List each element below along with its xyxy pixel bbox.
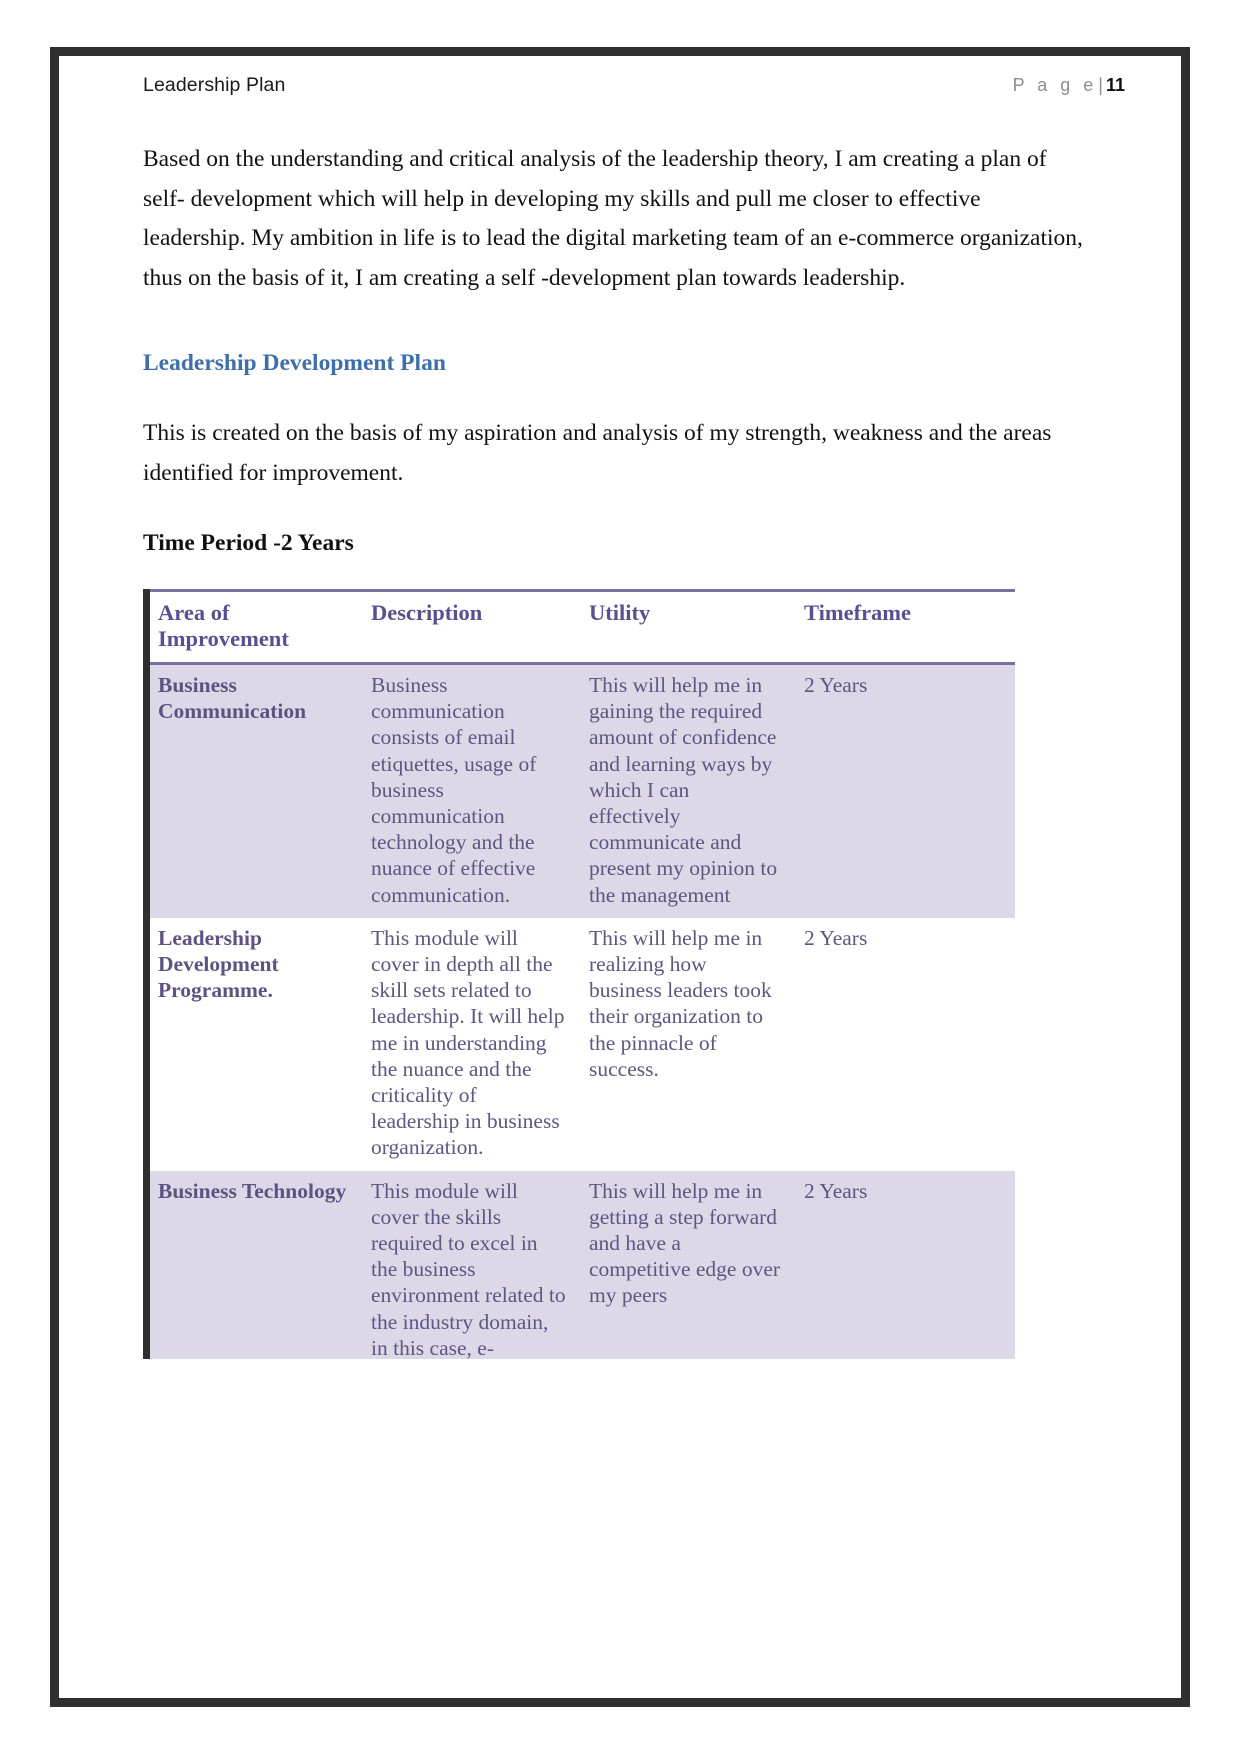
table-head: Area of Improvement Description Utility … [150, 589, 1015, 665]
section-heading-leadership-development-plan: Leadership Development Plan [143, 350, 446, 376]
table-clip-region: Area of Improvement Description Utility … [143, 559, 1087, 1359]
page-label: P a g e [1012, 75, 1098, 95]
cell-utility: This will help me in getting a step forw… [581, 1170, 796, 1359]
column-header-description: Description [363, 589, 581, 665]
table-row: Business Communication Business communic… [150, 663, 1015, 918]
cell-area: Leadership Development Programme. [150, 917, 363, 1171]
development-plan-table: Area of Improvement Description Utility … [150, 589, 1015, 1359]
cell-timeframe: 2 Years [796, 1170, 1015, 1359]
cell-utility: This will help me in realizing how busin… [581, 917, 796, 1171]
cell-description: This module will cover in depth all the … [363, 917, 581, 1171]
table-row: Business Technology This module will cov… [150, 1170, 1015, 1359]
document-page-frame: Leadership Plan P a g e| 11 Based on the … [50, 47, 1190, 1707]
cell-description: Business communication consists of email… [363, 663, 581, 918]
table-header-row: Area of Improvement Description Utility … [150, 589, 1015, 665]
cell-timeframe: 2 Years [796, 663, 1015, 918]
table-row: Leadership Development Programme. This m… [150, 917, 1015, 1171]
cell-timeframe: 2 Years [796, 917, 1015, 1171]
column-header-utility: Utility [581, 589, 796, 665]
cell-description: This module will cover the skills requir… [363, 1170, 581, 1359]
cell-area: Business Communication [150, 663, 363, 918]
cell-area: Business Technology [150, 1170, 363, 1359]
plan-basis-paragraph: This is created on the basis of my aspir… [143, 420, 1052, 486]
page-number: 11 [1105, 75, 1125, 95]
document-page: Leadership Plan P a g e| 11 Based on the … [59, 56, 1181, 1698]
time-period-label: Time Period -2 Years [143, 530, 354, 556]
running-header: Leadership Plan P a g e| 11 [143, 74, 1125, 114]
document-content: Based on the understanding and critical … [143, 140, 1087, 1359]
document-title: Leadership Plan [143, 74, 286, 96]
column-header-timeframe: Timeframe [796, 589, 1015, 665]
intro-paragraph: Based on the understanding and critical … [143, 146, 1083, 291]
page-number-indicator: P a g e| 11 [1013, 75, 1125, 96]
table-body: Business Communication Business communic… [150, 663, 1015, 1359]
column-header-area-of-improvement: Area of Improvement [150, 589, 363, 665]
cell-utility: This will help me in gaining the require… [581, 663, 796, 918]
page-separator: | [1098, 75, 1103, 95]
development-plan-table-wrapper: Area of Improvement Description Utility … [143, 589, 1015, 1359]
